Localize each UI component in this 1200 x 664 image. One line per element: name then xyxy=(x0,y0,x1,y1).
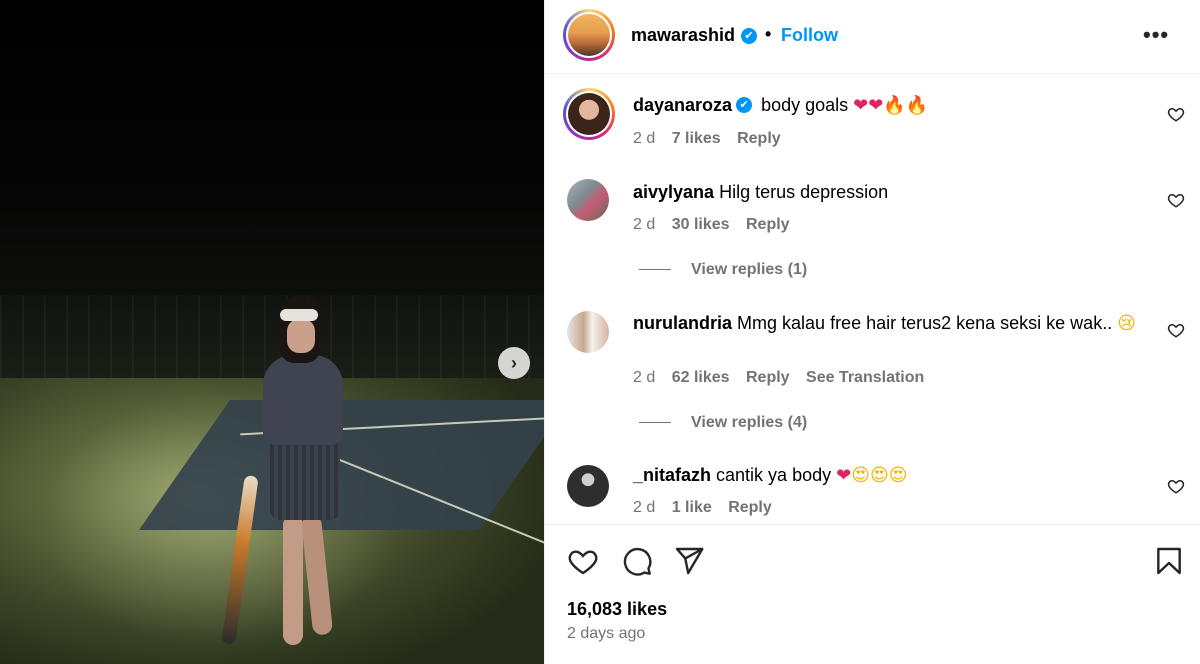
separator-dot: • xyxy=(765,24,772,44)
comment-username[interactable]: nurulandria xyxy=(633,313,732,333)
player-skirt xyxy=(270,435,340,520)
post-actions: 16,083 likes 2 days ago xyxy=(545,524,1200,664)
commenter-avatar[interactable] xyxy=(567,465,609,507)
fire-emoji-icon: 🔥 xyxy=(883,95,906,116)
comment-likes[interactable]: 62 likes xyxy=(672,369,730,386)
verified-badge-icon: ✔ xyxy=(741,28,757,44)
carousel-next-button[interactable]: › xyxy=(498,347,530,379)
comment-username[interactable]: dayanaroza xyxy=(633,95,732,115)
commenter-avatar[interactable] xyxy=(567,311,609,353)
post-side-panel: mawarashid ✔ • Follow ••• dayanaroza ✔ bo… xyxy=(544,0,1200,664)
heart-icon[interactable] xyxy=(567,545,599,577)
reply-button[interactable]: Reply xyxy=(746,369,790,386)
comment-likes[interactable]: 1 like xyxy=(672,499,712,516)
night-sky xyxy=(0,0,544,300)
fire-emoji-icon: 🔥 xyxy=(905,95,929,116)
follow-button[interactable]: Follow xyxy=(781,25,838,46)
heart-emoji-icon: ❤ xyxy=(836,465,852,486)
view-replies-button[interactable]: View replies (4) xyxy=(639,414,807,432)
like-comment-heart-icon[interactable] xyxy=(1167,105,1185,123)
like-count[interactable]: 16,083 likes xyxy=(567,599,667,620)
owner-username[interactable]: mawarashid xyxy=(631,25,735,46)
verified-badge-icon: ✔ xyxy=(736,96,753,113)
comments-list[interactable]: dayanaroza ✔ body goals ❤❤🔥🔥 2 d 7 likes … xyxy=(545,75,1200,524)
like-comment-heart-icon[interactable] xyxy=(1167,477,1185,495)
bookmark-icon[interactable] xyxy=(1153,545,1185,577)
heart-eyes-emoji-icon: 😍 xyxy=(851,465,870,486)
divider-line xyxy=(639,422,671,424)
comment-age: 2 d xyxy=(633,499,656,516)
share-icon[interactable] xyxy=(673,545,705,577)
commenter-avatar[interactable] xyxy=(567,179,609,221)
player-leg xyxy=(283,515,303,645)
comment-icon[interactable] xyxy=(621,545,653,577)
heart-eyes-emoji-icon: 😍 xyxy=(869,465,889,486)
owner-avatar[interactable] xyxy=(563,9,615,61)
post-photo[interactable]: › xyxy=(0,0,544,664)
comment-likes[interactable]: 30 likes xyxy=(672,216,730,233)
reply-button[interactable]: Reply xyxy=(728,499,772,516)
comment-username[interactable]: aivylyana xyxy=(633,182,714,202)
comment-emojis: ❤❤🔥🔥 xyxy=(853,95,928,116)
heart-emoji-icon: ❤ xyxy=(853,95,869,116)
player-leg xyxy=(300,514,334,636)
player-face xyxy=(287,319,315,353)
commenter-avatar[interactable] xyxy=(563,88,615,140)
see-translation-button[interactable]: See Translation xyxy=(806,369,924,386)
heart-eyes-emoji-icon: 😍 xyxy=(888,465,908,486)
more-options-icon[interactable]: ••• xyxy=(1143,22,1169,48)
like-comment-heart-icon[interactable] xyxy=(1167,321,1185,339)
reply-button[interactable]: Reply xyxy=(737,130,781,147)
view-replies-button[interactable]: View replies (1) xyxy=(639,261,807,279)
comment-text: body goals xyxy=(761,95,849,115)
player-headband xyxy=(280,309,318,321)
comment-age: 2 d xyxy=(633,369,656,386)
player-top xyxy=(263,355,343,445)
comment-emojis: ❤😍😍😍 xyxy=(836,465,907,486)
comment-likes[interactable]: 7 likes xyxy=(672,130,721,147)
crying-face-emoji-icon: 😢 xyxy=(1117,313,1136,334)
reply-button[interactable]: Reply xyxy=(746,216,790,233)
post-header: mawarashid ✔ • Follow ••• xyxy=(545,0,1200,74)
divider-line xyxy=(639,269,671,271)
comment-text: cantik ya body xyxy=(716,465,832,485)
comment-text: Hilg terus depression xyxy=(719,182,889,202)
comment-text: Mmg kalau free hair terus2 kena seksi ke… xyxy=(737,313,1113,333)
like-comment-heart-icon[interactable] xyxy=(1167,191,1185,209)
view-replies-label: View replies (4) xyxy=(691,414,808,431)
comment-username[interactable]: _nitafazh xyxy=(633,465,711,485)
chevron-right-icon: › xyxy=(511,352,517,373)
comment-age: 2 d xyxy=(633,130,656,147)
heart-emoji-icon: ❤ xyxy=(868,95,884,116)
comment-age: 2 d xyxy=(633,216,656,233)
player-figure xyxy=(221,295,365,664)
post-timestamp: 2 days ago xyxy=(567,625,646,642)
view-replies-label: View replies (1) xyxy=(691,261,808,278)
